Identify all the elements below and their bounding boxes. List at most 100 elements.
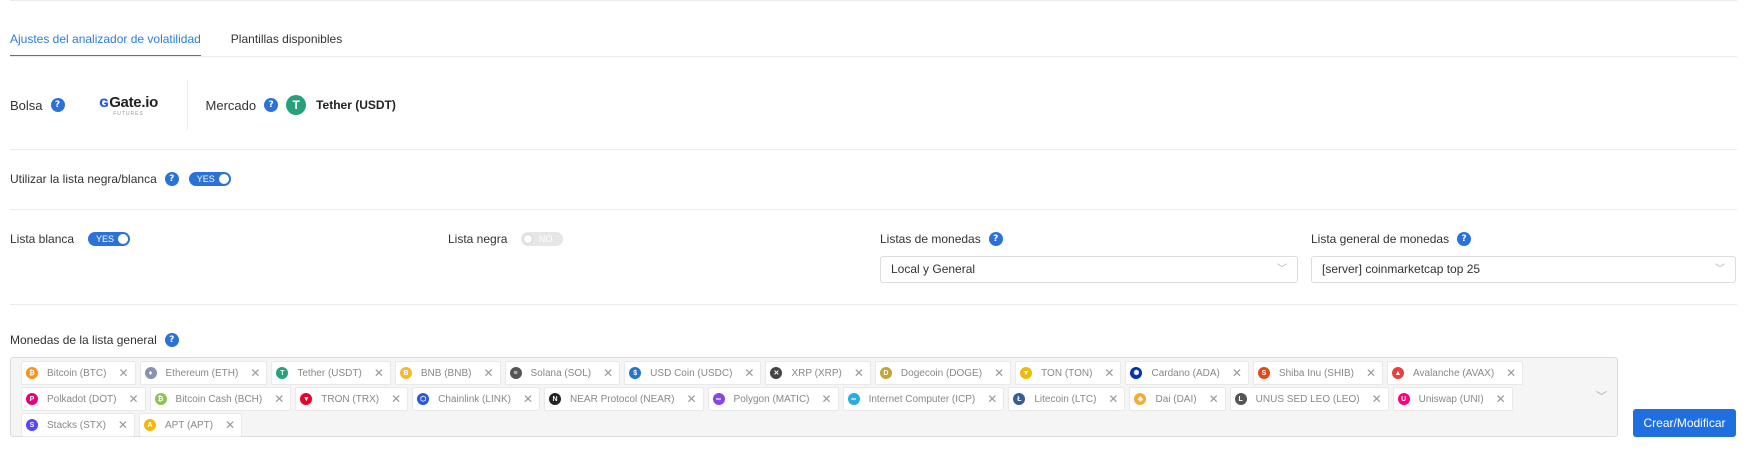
close-icon[interactable]: ✕ xyxy=(987,392,997,406)
close-icon[interactable]: ✕ xyxy=(854,366,864,380)
use-list-help-icon[interactable]: ? xyxy=(164,172,179,186)
close-icon[interactable]: ✕ xyxy=(1108,392,1118,406)
coin-icon: $ xyxy=(629,367,642,379)
market-help-icon[interactable]: ? xyxy=(264,98,279,112)
coin-icon: ✕ xyxy=(770,367,783,379)
general-list-label: Lista general de monedas xyxy=(1311,232,1450,246)
close-icon[interactable]: ✕ xyxy=(822,392,832,406)
coin-tag[interactable]: B BNB (BNB) ✕ xyxy=(394,361,501,385)
coin-lists-select[interactable]: Local y General ﹀ xyxy=(880,256,1298,283)
coin-tag[interactable]: ₿ Bitcoin (BTC) ✕ xyxy=(21,361,136,385)
coin-tag-label: Ethereum (ETH) xyxy=(165,367,239,379)
general-list-select-value: [server] coinmarketcap top 25 xyxy=(1322,262,1481,276)
coin-tag[interactable]: L UNUS SED LEO (LEO) ✕ xyxy=(1229,387,1389,411)
general-coins-help-icon[interactable]: ? xyxy=(164,333,179,347)
coin-icon: S xyxy=(26,419,38,431)
close-icon[interactable]: ✕ xyxy=(118,418,128,432)
exchange-help-icon[interactable]: ? xyxy=(50,98,65,112)
coin-tag[interactable]: ≡ Solana (SOL) ✕ xyxy=(504,361,621,385)
coin-tag-label: Internet Computer (ICP) xyxy=(868,393,976,405)
close-icon[interactable]: ✕ xyxy=(374,366,384,380)
close-icon[interactable]: ✕ xyxy=(250,366,260,380)
coin-tag[interactable]: ▼ TON (TON) ✕ xyxy=(1015,361,1122,385)
coin-tag[interactable]: T Tether (USDT) ✕ xyxy=(271,361,391,385)
coin-tag-label: TON (TON) xyxy=(1041,367,1093,379)
close-icon[interactable]: ✕ xyxy=(225,418,235,432)
close-icon[interactable]: ✕ xyxy=(1372,392,1382,406)
toggle-knob xyxy=(118,234,129,244)
coin-icon: ≡ xyxy=(509,367,522,379)
tab-available-templates[interactable]: Plantillas disponibles xyxy=(231,26,342,57)
coin-tag-label: Bitcoin Cash (BCH) xyxy=(175,393,263,405)
use-list-toggle[interactable]: YES xyxy=(188,172,231,186)
coin-icon: U xyxy=(1397,393,1410,405)
close-icon[interactable]: ✕ xyxy=(603,366,613,380)
coin-tag[interactable]: D Dogecoin (DOGE) ✕ xyxy=(874,361,1012,385)
coin-tag[interactable]: ∞ Polygon (MATIC) ✕ xyxy=(707,387,839,411)
close-icon[interactable]: ✕ xyxy=(1209,392,1219,406)
close-icon[interactable]: ✕ xyxy=(274,392,284,406)
blacklist-label: Lista negra xyxy=(448,232,508,246)
coin-tag[interactable]: ✕ XRP (XRP) ✕ xyxy=(765,361,871,385)
close-icon[interactable]: ✕ xyxy=(994,366,1004,380)
coin-tag[interactable]: ₿ Bitcoin Cash (BCH) ✕ xyxy=(149,387,292,411)
coin-tag[interactable]: S Stacks (STX) ✕ xyxy=(21,413,135,437)
coin-tag[interactable]: P Polkadot (DOT) ✕ xyxy=(21,387,146,411)
tabs-divider xyxy=(10,56,1737,57)
coin-tag-label: USD Coin (USDC) xyxy=(650,367,733,379)
close-icon[interactable]: ✕ xyxy=(128,392,138,406)
close-icon[interactable]: ✕ xyxy=(1104,366,1114,380)
close-icon[interactable]: ✕ xyxy=(1496,392,1506,406)
coin-tag[interactable]: A APT (APT) ✕ xyxy=(138,413,243,437)
lists-row: Lista blanca YES Lista negra NO Listas d… xyxy=(10,232,1737,252)
coin-icon: ▼ xyxy=(1020,367,1033,379)
chevron-down-icon: ﹀ xyxy=(1715,264,1725,275)
use-list-row: Utilizar la lista negra/blanca ? YES xyxy=(10,172,231,186)
coin-tag[interactable]: ✺ Cardano (ADA) ✕ xyxy=(1125,361,1249,385)
coin-icon: ₿ xyxy=(26,367,38,379)
divider-3 xyxy=(10,304,1737,305)
close-icon[interactable]: ✕ xyxy=(744,366,754,380)
coin-tag-label: Bitcoin (BTC) xyxy=(47,367,107,379)
chevron-down-icon[interactable]: ﹀ xyxy=(1596,388,1607,404)
coin-tag-label: Polkadot (DOT) xyxy=(47,393,117,405)
close-icon[interactable]: ✕ xyxy=(118,366,128,380)
coin-tag[interactable]: U Uniswap (UNI) ✕ xyxy=(1392,387,1513,411)
coin-tag[interactable]: ♦ Ethereum (ETH) ✕ xyxy=(139,361,268,385)
coin-icon: ₿ xyxy=(154,393,167,405)
general-list-help-icon[interactable]: ? xyxy=(1457,232,1472,246)
coin-tag[interactable]: N NEAR Protocol (NEAR) ✕ xyxy=(544,387,704,411)
market-label: Mercado xyxy=(205,97,257,113)
coin-tag[interactable]: $ USD Coin (USDC) ✕ xyxy=(624,361,762,385)
whitelist-toggle[interactable]: YES xyxy=(88,232,131,246)
close-icon[interactable]: ✕ xyxy=(1506,366,1516,380)
general-coins-multiselect[interactable]: ₿ Bitcoin (BTC) ✕ ♦ Ethereum (ETH) ✕ T Tether (… xyxy=(10,357,1618,437)
general-list-select[interactable]: [server] coinmarketcap top 25 ﹀ xyxy=(1311,256,1736,283)
coin-icon: ⬡ xyxy=(417,393,430,405)
coin-tag[interactable]: ∞ Internet Computer (ICP) ✕ xyxy=(842,387,1005,411)
coin-tag-label: Dogecoin (DOGE) xyxy=(900,367,983,379)
tab-analyzer-settings[interactable]: Ajustes del analizador de volatilidad xyxy=(10,26,201,57)
create-modify-button[interactable]: Crear/Modificar xyxy=(1633,409,1736,437)
coin-tag[interactable]: ▼ TRON (TRX) ✕ xyxy=(295,387,409,411)
close-icon[interactable]: ✕ xyxy=(483,366,493,380)
blacklist-toggle[interactable]: NO xyxy=(521,232,564,246)
coin-tag[interactable]: S Shiba Inu (SHIB) ✕ xyxy=(1252,361,1384,385)
close-icon[interactable]: ✕ xyxy=(686,392,696,406)
coin-lists-help-icon[interactable]: ? xyxy=(988,232,1003,246)
close-icon[interactable]: ✕ xyxy=(391,392,401,406)
coin-tag[interactable]: ▲ Avalanche (AVAX) ✕ xyxy=(1387,361,1524,385)
close-icon[interactable]: ✕ xyxy=(1366,366,1376,380)
coin-tag-label: Solana (SOL) xyxy=(530,367,592,379)
coin-icon: ∞ xyxy=(847,393,860,405)
close-icon[interactable]: ✕ xyxy=(1232,366,1242,380)
coin-tag[interactable]: Ł Litecoin (LTC) ✕ xyxy=(1008,387,1126,411)
close-icon[interactable]: ✕ xyxy=(523,392,533,406)
coin-tag[interactable]: ◈ Dai (DAI) ✕ xyxy=(1129,387,1226,411)
coin-tag-label: Dai (DAI) xyxy=(1155,393,1197,405)
market-name: Tether (USDT) xyxy=(316,98,396,112)
general-list-group: Lista general de monedas ? xyxy=(1311,232,1472,246)
coin-icon: T xyxy=(276,367,289,379)
coin-tag[interactable]: ⬡ Chainlink (LINK) ✕ xyxy=(412,387,541,411)
coin-tag-label: Shiba Inu (SHIB) xyxy=(1278,367,1354,379)
